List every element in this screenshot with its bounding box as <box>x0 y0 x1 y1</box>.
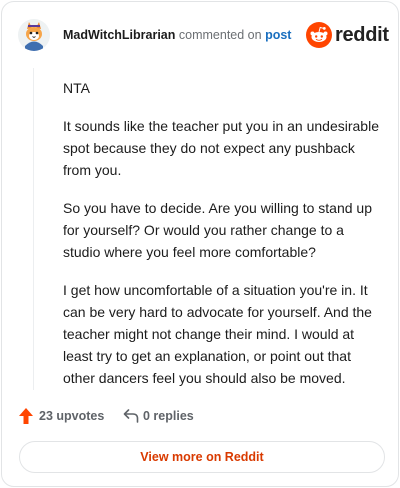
username-link[interactable]: MadWitchLibrarian <box>63 28 175 42</box>
post-link[interactable]: post <box>265 28 291 42</box>
cat-avatar-icon[interactable] <box>18 19 50 51</box>
reddit-wordmark: reddit <box>335 24 389 46</box>
reddit-brand[interactable]: reddit <box>306 22 389 48</box>
view-more-button[interactable]: View more on Reddit <box>19 441 385 473</box>
reddit-snoo-icon <box>306 22 332 48</box>
comment-paragraph: I get how uncomfortable of a situation y… <box>63 282 372 386</box>
upvote-arrow-icon <box>19 408 33 424</box>
comment-paragraph: It sounds like the teacher put you in an… <box>63 118 379 178</box>
comment-body: NTA It sounds like the teacher put you i… <box>63 77 381 405</box>
upvote-count: 23 upvotes <box>39 409 105 423</box>
comment-paragraph: NTA <box>63 80 90 96</box>
comment-embed-card: MadWitchLibrarian commented on post redd… <box>1 1 399 487</box>
reply-arrow-icon <box>123 409 139 423</box>
comment-header: MadWitchLibrarian commented on post redd… <box>18 19 389 51</box>
comment-footer: 23 upvotes 0 replies <box>19 405 319 427</box>
comment-paragraph: So you have to decide. Are you willing t… <box>63 200 372 260</box>
action-text: commented on <box>178 28 262 42</box>
replies-count: 0 replies <box>143 409 194 423</box>
header-text: MadWitchLibrarian commented on post <box>63 28 291 42</box>
thread-line <box>33 68 34 390</box>
